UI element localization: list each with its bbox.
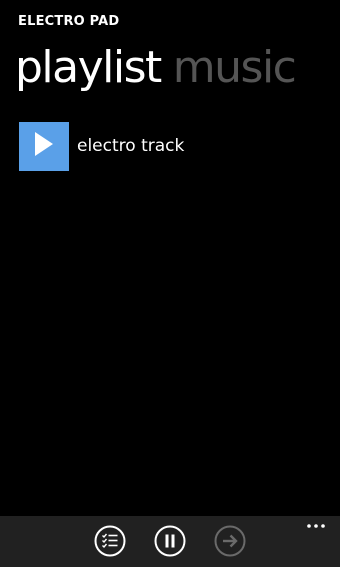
next-arrow-icon	[214, 525, 246, 557]
app-bar	[0, 516, 340, 567]
more-options-button[interactable]	[304, 518, 328, 532]
play-icon	[33, 130, 55, 162]
more-options-icon	[304, 518, 328, 537]
playlist-item[interactable]: electro track	[19, 121, 319, 171]
playlist-icon	[94, 525, 126, 557]
pause-button[interactable]	[154, 525, 186, 557]
pivot-headers: playlist music	[15, 40, 307, 96]
track-title: electro track	[77, 136, 185, 156]
playlist-button[interactable]	[94, 525, 126, 557]
next-button[interactable]	[214, 525, 246, 557]
track-tile[interactable]	[19, 121, 69, 171]
app-title: ELECTRO PAD	[18, 14, 120, 29]
pause-icon	[154, 525, 186, 557]
pivot-header-playlist[interactable]: playlist	[15, 40, 162, 96]
pivot-header-music[interactable]: music	[173, 40, 297, 96]
